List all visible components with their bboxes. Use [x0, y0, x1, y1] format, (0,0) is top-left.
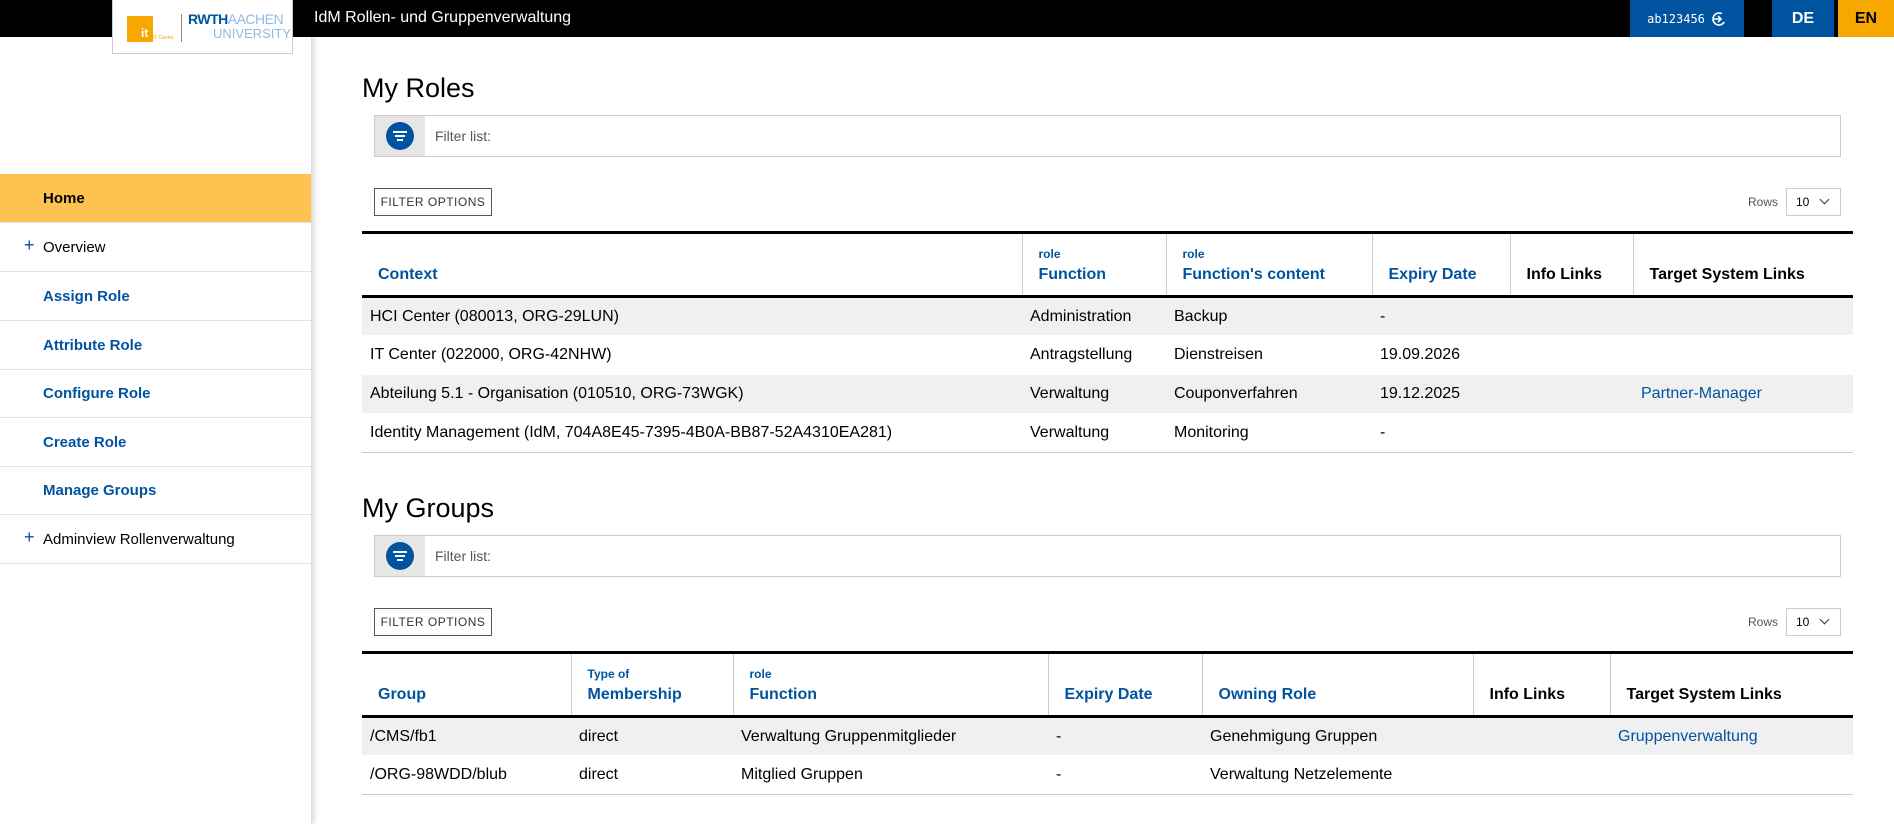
sidebar-item-adminview[interactable]: + Adminview Rollenverwaltung [0, 515, 311, 564]
plus-icon[interactable]: + [24, 527, 35, 548]
chevron-down-icon [1819, 614, 1830, 625]
roles-rows-label: Rows [1748, 195, 1779, 209]
column-header-membership[interactable]: Type of Membership [571, 652, 734, 718]
table-row: Abteilung 5.1 - Organisation (010510, OR… [362, 374, 1853, 414]
plus-icon[interactable]: + [24, 235, 35, 256]
chevron-down-icon [1819, 194, 1830, 205]
column-header-info-links: Info Links [1510, 232, 1634, 298]
table-row: HCI Center (080013, ORG-29LUN) Administra… [362, 296, 1853, 336]
column-header-expiry-date[interactable]: Expiry Date [1372, 232, 1511, 298]
filter-icon[interactable] [375, 536, 425, 576]
rwth-logo: RWTHAACHEN [188, 11, 284, 27]
column-header-target-system-links: Target System Links [1610, 652, 1853, 718]
table-row: /CMS/fb1 direct Verwaltung Gruppenmitglied… [362, 716, 1853, 756]
column-header-function[interactable]: role Function [1022, 232, 1167, 298]
groups-filter-input[interactable] [435, 546, 1815, 566]
language-de-button[interactable]: DE [1772, 0, 1834, 37]
column-header-function[interactable]: role Function [733, 652, 1049, 718]
it-center-logo: it [127, 16, 153, 42]
target-system-link[interactable]: Partner-Manager [1633, 374, 1853, 414]
roles-filter-options-button[interactable]: FILTER OPTIONS [374, 188, 492, 216]
column-header-context[interactable]: Context [362, 232, 1023, 298]
table-row: /ORG-98WDD/blub direct Mitglied Gruppen - Ve… [362, 755, 1853, 795]
sidebar-item-create-role[interactable]: Create Role [0, 418, 311, 467]
column-header-group[interactable]: Group [362, 652, 572, 718]
roles-table: Context role Function role Function's cont… [362, 231, 1853, 453]
column-header-function-content[interactable]: role Function's content [1166, 232, 1373, 298]
user-logout-button[interactable]: ab123456 [1630, 0, 1744, 37]
groups-rows-label: Rows [1748, 615, 1779, 629]
column-header-owning-role[interactable]: Owning Role [1202, 652, 1474, 718]
groups-filter-bar [374, 535, 1841, 577]
table-row: IT Center (022000, ORG-42NHW) Antragstell… [362, 335, 1853, 375]
column-header-target-system-links: Target System Links [1633, 232, 1853, 298]
sidebar-item-configure-role[interactable]: Configure Role [0, 369, 311, 418]
language-en-button[interactable]: EN [1838, 0, 1894, 37]
logo-divider [181, 14, 182, 42]
column-header-expiry-date[interactable]: Expiry Date [1048, 652, 1203, 718]
groups-table: Group Type of Membership role Function Exp… [362, 651, 1853, 795]
groups-filter-options-button[interactable]: FILTER OPTIONS [374, 608, 492, 636]
sidebar-item-assign-role[interactable]: Assign Role [0, 272, 311, 321]
sidebar-item-manage-groups[interactable]: Manage Groups [0, 466, 311, 515]
roles-filter-input[interactable] [435, 126, 1815, 146]
sidebar: Home + Overview Assign Role Attribute Rol… [0, 37, 312, 824]
groups-title: My Groups [362, 493, 495, 523]
table-row: Identity Management (IdM, 704A8E45-7395-… [362, 413, 1853, 453]
app-title: IdM Rollen- und Gruppenverwaltung [314, 9, 572, 26]
roles-title: My Roles [362, 73, 475, 103]
roles-rows-select[interactable]: 10 [1786, 188, 1841, 216]
user-id: ab123456 [1647, 11, 1705, 26]
logout-icon [1712, 11, 1726, 26]
logo[interactable]: it IT Center RWTHAACHEN UNIVERSITY [112, 0, 293, 54]
target-system-link[interactable]: Gruppenverwaltung [1610, 716, 1853, 756]
column-header-info-links: Info Links [1473, 652, 1611, 718]
sidebar-item-home[interactable]: Home [0, 174, 311, 223]
filter-icon[interactable] [375, 116, 425, 156]
sidebar-item-attribute-role[interactable]: Attribute Role [0, 321, 311, 370]
groups-rows-select[interactable]: 10 [1786, 608, 1841, 636]
roles-filter-bar [374, 115, 1841, 157]
sidebar-item-overview[interactable]: + Overview [0, 223, 311, 272]
